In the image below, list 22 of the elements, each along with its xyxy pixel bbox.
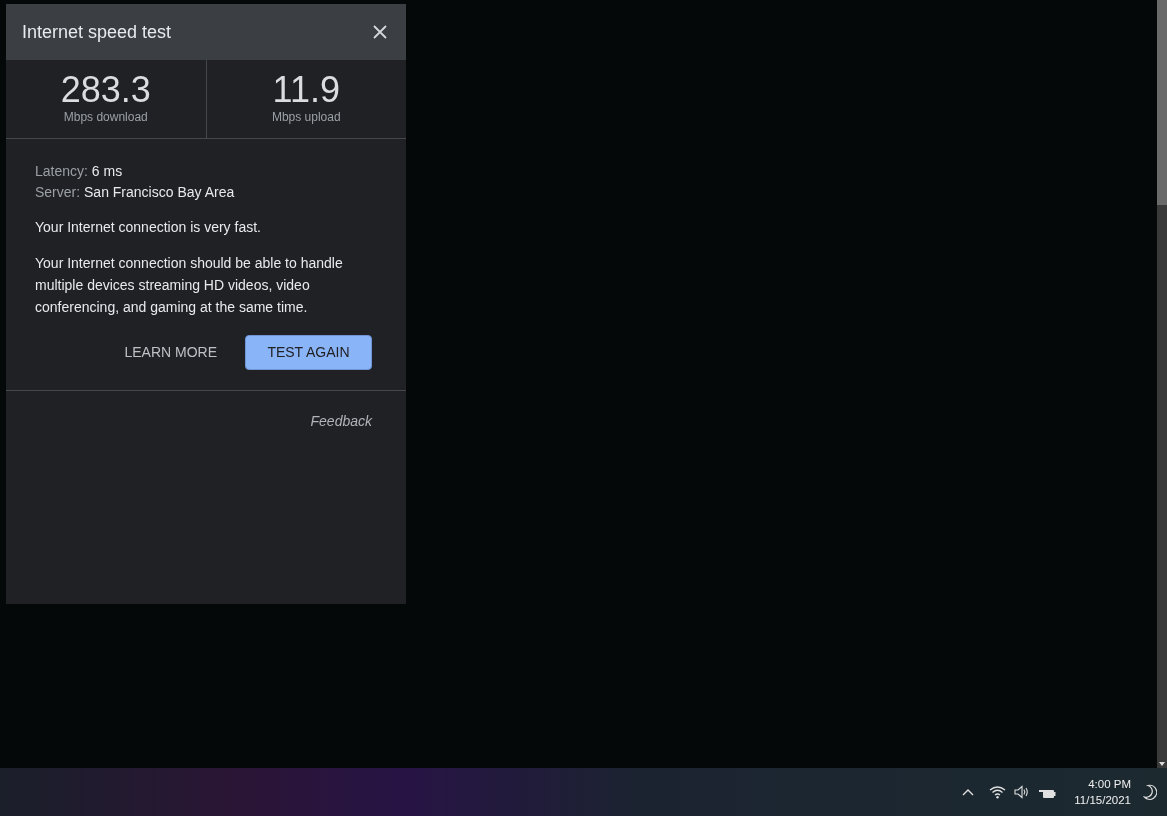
summary-text: Your Internet connection is very fast. xyxy=(35,218,262,237)
detail-text: Server: San Francisco Bay Area xyxy=(35,183,236,202)
feedback-link[interactable]: Feedback xyxy=(310,411,372,432)
scrollbar-thumb[interactable] xyxy=(1157,0,1167,205)
dialog-title: Internet speed test xyxy=(22,20,172,44)
speed-value: 11.9 xyxy=(272,72,340,108)
description-text: Your Internet connection should be able to handle multiple devices streaming HD videos, video conferencing, and gaming at the same time. xyxy=(35,254,344,317)
chevron-up-icon[interactable] xyxy=(961,787,976,797)
close-icon xyxy=(372,24,388,40)
moon-icon[interactable] xyxy=(1143,784,1157,800)
test-again-button[interactable]: TEST AGAIN xyxy=(245,335,372,370)
speed-unit-label: Mbps upload xyxy=(271,109,341,126)
learn-more-button[interactable]: LEARN MORE xyxy=(110,335,231,370)
detail-text: Latency: 6 ms xyxy=(35,162,124,181)
clock[interactable]: 4:00 PM 11/15/2021 xyxy=(1074,776,1131,808)
clock-time: 4:00 PM xyxy=(1088,777,1131,792)
scrollbar[interactable] xyxy=(1157,0,1167,768)
speed-value: 283.3 xyxy=(60,72,151,108)
clock-date: 11/15/2021 xyxy=(1074,793,1131,808)
wifi-icon[interactable] xyxy=(989,785,1007,799)
speed-unit-label: Mbps download xyxy=(63,109,148,126)
speaker-icon[interactable] xyxy=(1014,785,1031,799)
